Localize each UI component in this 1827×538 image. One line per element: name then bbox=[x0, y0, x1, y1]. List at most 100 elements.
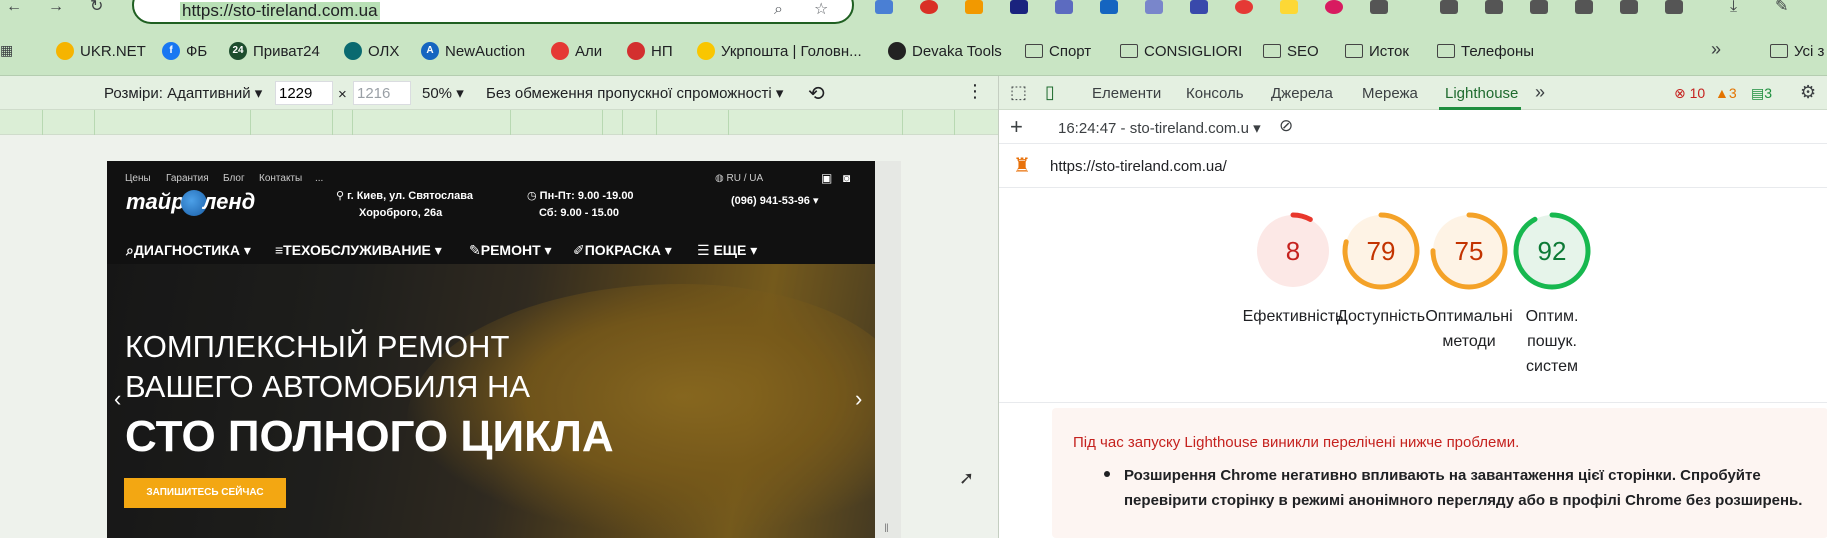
translate-icon[interactable] bbox=[1620, 0, 1638, 14]
key-icon[interactable] bbox=[1440, 0, 1458, 14]
site-lang-switch[interactable]: ◍ RU / UA bbox=[715, 173, 763, 184]
book-now-button[interactable]: ЗАПИШИТЕСЬ СЕЙЧАС bbox=[124, 478, 286, 508]
bookmark-novaposhta[interactable]: НП bbox=[627, 40, 673, 62]
extension-icon[interactable] bbox=[875, 0, 893, 14]
bookmark-ukrnet[interactable]: UKR.NET bbox=[56, 40, 146, 62]
extension-icon[interactable] bbox=[1055, 0, 1073, 14]
extension-icon[interactable] bbox=[1190, 0, 1208, 14]
address-bar-url[interactable]: https://sto-tireland.com.ua bbox=[180, 2, 380, 20]
bookmark-folder-sport[interactable]: Спорт bbox=[1025, 40, 1091, 62]
instagram-icon[interactable]: ◙ bbox=[843, 171, 850, 185]
mouse-cursor-icon: ➚ bbox=[959, 468, 975, 488]
site-address-2: Хороброго, 26а bbox=[359, 207, 443, 219]
score-gauge-performance[interactable]: 8 bbox=[1251, 209, 1335, 293]
site-menu-diagnostics[interactable]: ⌕ДИАГНОСТИКА ▾ bbox=[126, 242, 251, 259]
dimensions-dropdown[interactable]: Розміри: Адаптивний ▾ bbox=[104, 84, 262, 102]
apps-grid-icon[interactable]: ▦ bbox=[0, 43, 13, 57]
slider-next-icon[interactable]: › bbox=[855, 386, 862, 412]
media-query-ruler[interactable] bbox=[0, 110, 998, 135]
extension-icon[interactable] bbox=[1280, 0, 1298, 14]
bookmark-star-icon[interactable]: ☆ bbox=[814, 2, 828, 18]
device-toggle-icon[interactable]: ▯ bbox=[1045, 82, 1055, 103]
site-menu-more[interactable]: ☰ ЕЩЕ ▾ bbox=[697, 242, 757, 259]
tab-console[interactable]: Консоль bbox=[1186, 85, 1244, 102]
extension-icon[interactable] bbox=[1325, 0, 1343, 14]
tab-network[interactable]: Мережа bbox=[1362, 85, 1418, 102]
resize-handle-icon[interactable]: ‖ bbox=[884, 521, 889, 535]
viewport-height-input[interactable] bbox=[353, 81, 411, 105]
zoom-dropdown[interactable]: 50% ▾ bbox=[422, 84, 464, 102]
inspect-element-icon[interactable]: ⬚ bbox=[1010, 82, 1027, 103]
link-icon[interactable] bbox=[1485, 0, 1503, 14]
site-menu-painting[interactable]: ✐ПОКРАСКА ▾ bbox=[573, 242, 672, 259]
score-gauge-best-practices[interactable]: 75 bbox=[1427, 209, 1511, 293]
facebook-icon[interactable]: ▣ bbox=[821, 171, 832, 185]
more-tabs-icon[interactable]: » bbox=[1535, 82, 1545, 103]
error-icon: ⊗ bbox=[1674, 85, 1686, 101]
forward-icon[interactable]: → bbox=[48, 0, 64, 15]
extension-icon[interactable] bbox=[965, 0, 983, 14]
bookmark-ukrposhta[interactable]: Укрпошта | Головн... bbox=[697, 40, 862, 62]
chevron-down-icon: ▾ bbox=[1253, 120, 1261, 137]
site-link-contacts[interactable]: Контакты bbox=[259, 173, 302, 184]
score-gauge-seo[interactable]: 92 bbox=[1510, 209, 1594, 293]
extension-icon[interactable] bbox=[1100, 0, 1118, 14]
error-count[interactable]: ⊗ 10 bbox=[1674, 85, 1705, 102]
extension-icon[interactable] bbox=[1235, 0, 1253, 14]
throttling-dropdown[interactable]: Без обмеження пропускної спроможності ▾ bbox=[486, 84, 783, 102]
viewport-width-input[interactable] bbox=[275, 81, 333, 105]
site-link-warranty[interactable]: Гарантия bbox=[166, 173, 209, 184]
extension-icon[interactable] bbox=[1145, 0, 1163, 14]
site-logo[interactable]: тайр ленд bbox=[126, 189, 255, 217]
bookmark-folder-seo[interactable]: SEO bbox=[1263, 40, 1319, 62]
more-options-icon[interactable]: ⋮ bbox=[966, 81, 984, 102]
warning-count[interactable]: ▲3 bbox=[1715, 85, 1737, 101]
bookmark-devaka[interactable]: Devaka Tools bbox=[888, 40, 1002, 62]
site-link-prices[interactable]: Цены bbox=[125, 173, 151, 184]
extension-icon[interactable] bbox=[920, 0, 938, 14]
new-report-plus-icon[interactable]: + bbox=[1010, 114, 1023, 140]
rotate-icon[interactable]: ⟲ bbox=[808, 81, 825, 106]
bookmark-folder-istok[interactable]: Исток bbox=[1345, 40, 1409, 62]
folder-icon bbox=[1263, 44, 1281, 58]
site-menu-maintenance[interactable]: ≡ТЕХОБСЛУЖИВАНИЕ ▾ bbox=[275, 242, 442, 259]
address-bar[interactable]: https://sto-tireland.com.ua ⌕ ☆ bbox=[132, 0, 854, 24]
slider-prev-icon[interactable]: ‹ bbox=[114, 386, 121, 412]
more-bookmarks-icon[interactable]: » bbox=[1711, 40, 1721, 58]
score-label-line: систем bbox=[1526, 358, 1578, 375]
viewport-scrollbar[interactable] bbox=[875, 161, 901, 538]
screenshot-icon[interactable] bbox=[1665, 0, 1683, 14]
zoom-icon[interactable]: ⌕ bbox=[774, 2, 783, 18]
report-selector[interactable]: 16:24:47 - sto-tireland.com.u ▾ bbox=[1058, 119, 1261, 137]
site-phone[interactable]: (096) 941-53-96 ▾ bbox=[731, 194, 818, 207]
ruler-icon[interactable] bbox=[1530, 0, 1548, 14]
code-icon[interactable] bbox=[1575, 0, 1593, 14]
message-count[interactable]: ▤3 bbox=[1751, 85, 1772, 102]
puzzle-icon[interactable] bbox=[1370, 0, 1388, 14]
clear-reports-icon[interactable]: ⊘ bbox=[1279, 116, 1293, 136]
score-gauge-accessibility[interactable]: 79 bbox=[1339, 209, 1423, 293]
site-link-blog[interactable]: Блог bbox=[223, 173, 245, 184]
download-icon[interactable]: ⤓ bbox=[1730, 0, 1737, 15]
bookmark-newauction[interactable]: A NewAuction bbox=[421, 40, 525, 62]
settings-gear-icon[interactable]: ⚙ bbox=[1800, 82, 1816, 103]
bookmark-folder-all[interactable]: Усі з bbox=[1770, 40, 1824, 62]
report-url[interactable]: https://sto-tireland.com.ua/ bbox=[1050, 158, 1227, 175]
tab-lighthouse[interactable]: Lighthouse bbox=[1445, 85, 1518, 102]
extension-icon[interactable] bbox=[1010, 0, 1028, 14]
bookmark-folder-consigliori[interactable]: CONSIGLIORI bbox=[1120, 40, 1242, 62]
tab-sources[interactable]: Джерела bbox=[1271, 85, 1333, 102]
bookmark-facebook[interactable]: f ФБ bbox=[162, 40, 207, 62]
folder-icon bbox=[1345, 44, 1363, 58]
tab-elements[interactable]: Елементи bbox=[1092, 85, 1161, 102]
bookmark-folder-phones[interactable]: Телефоны bbox=[1437, 40, 1534, 62]
reload-icon[interactable]: ↻ bbox=[90, 0, 103, 15]
edit-icon[interactable]: ✎ bbox=[1775, 0, 1788, 15]
site-menu-repair[interactable]: ✎РЕМОНТ ▾ bbox=[469, 242, 552, 259]
back-icon[interactable]: ← bbox=[6, 0, 22, 15]
bookmark-privat24[interactable]: 24 Приват24 bbox=[229, 40, 320, 62]
bookmark-aliexpress[interactable]: Али bbox=[551, 40, 602, 62]
bookmark-olx[interactable]: ОЛХ bbox=[344, 40, 399, 62]
site-link-more[interactable]: ... bbox=[315, 173, 323, 184]
emulated-viewport: Цены Гарантия Блог Контакты ... ◍ RU / U… bbox=[0, 135, 998, 538]
